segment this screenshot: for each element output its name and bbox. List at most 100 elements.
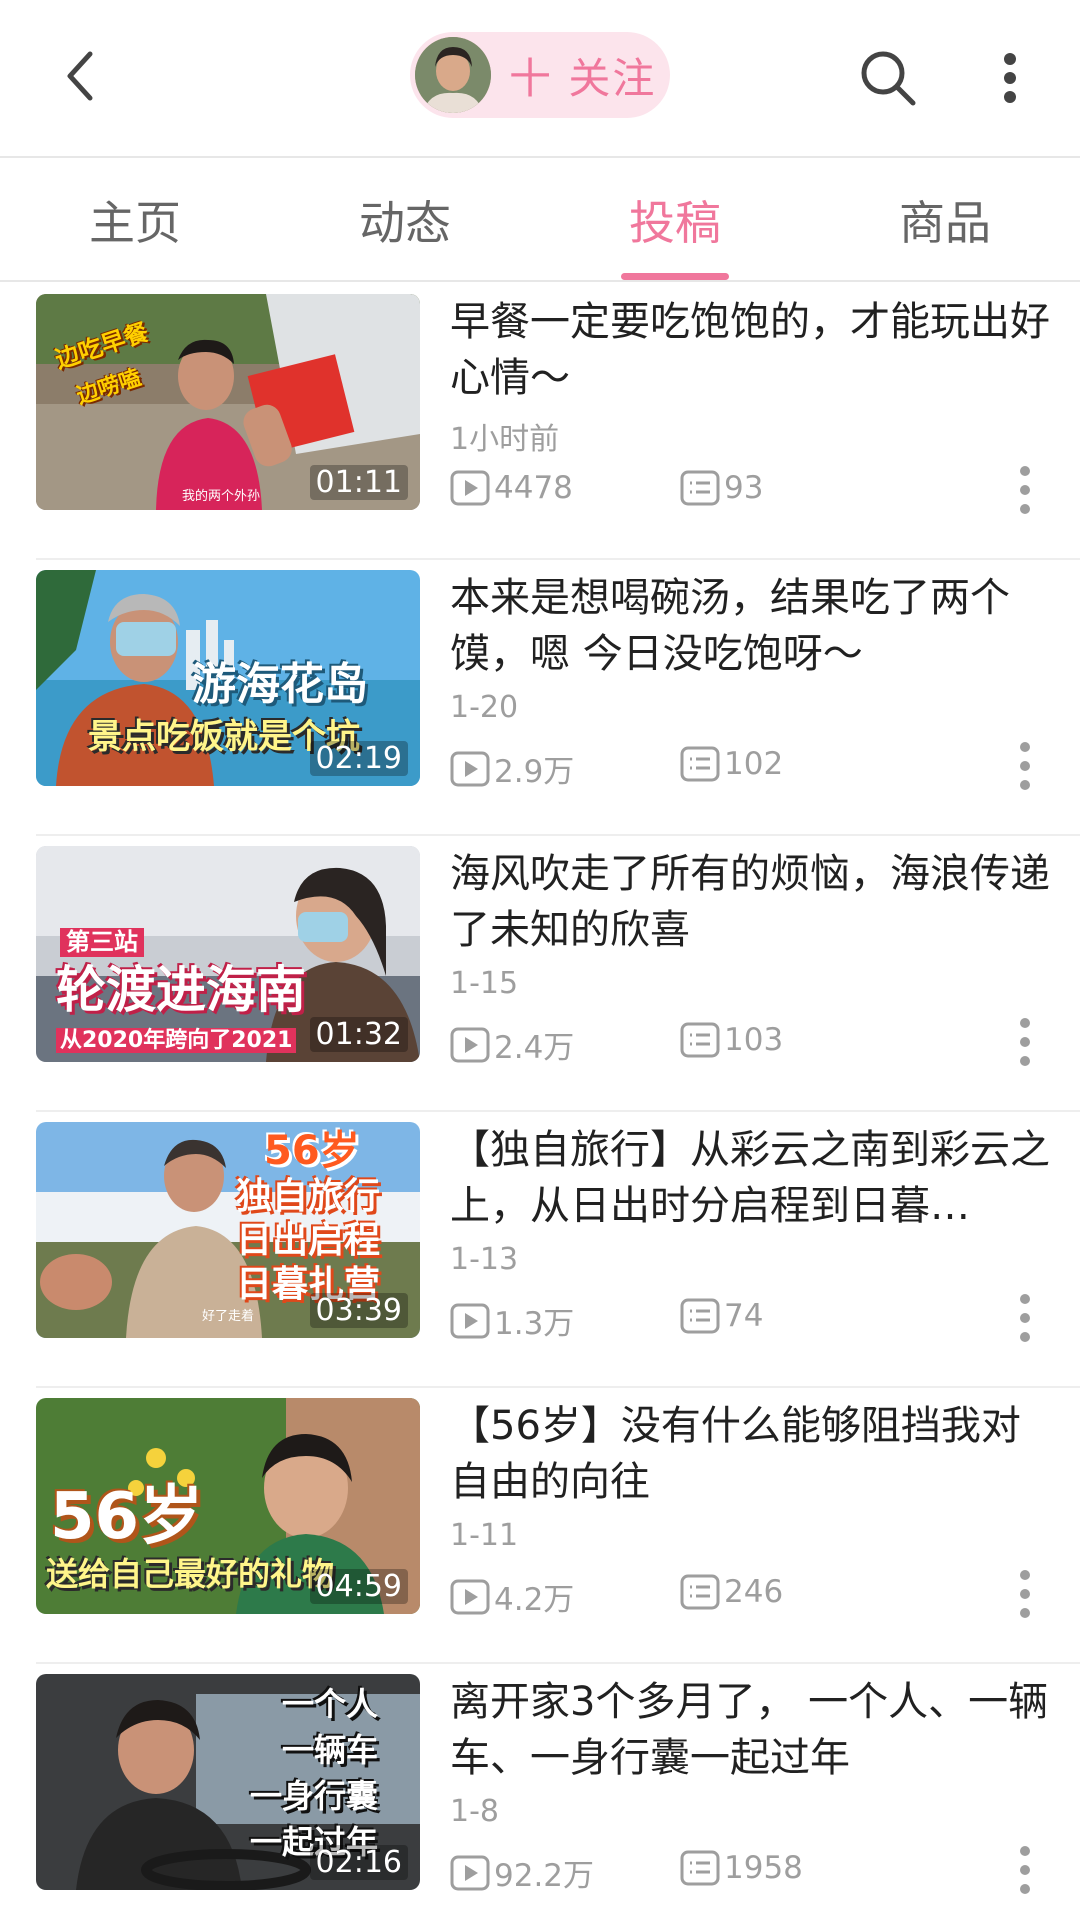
comment-count-value: 1958 (724, 1850, 803, 1886)
video-more-button[interactable] (1010, 1012, 1040, 1072)
thumbnail-text: 一个人 (282, 1685, 379, 1723)
video-title[interactable]: 【56岁】没有什么能够阻挡我对自由的向往 (450, 1398, 1050, 1510)
tab-submissions[interactable]: 投稿 (540, 160, 810, 280)
comment-count-value: 103 (724, 1022, 784, 1058)
video-duration: 01:11 (309, 465, 408, 500)
thumbnail-text: 轮渡进海南 (56, 961, 306, 1019)
more-vertical-icon (1020, 1018, 1030, 1066)
video-thumbnail[interactable]: 第三站 轮渡进海南 从2020年跨向了2021 01:32 (36, 846, 420, 1062)
play-count: 4478 (450, 470, 573, 506)
play-icon (450, 1303, 490, 1338)
video-row[interactable]: 56岁 送给自己最好的礼物 04:59 【56岁】没有什么能够阻挡我对自由的向往… (0, 1388, 1080, 1664)
video-row[interactable]: 一个人 一辆车 一身行囊 一起过年 02:16 离开家3个多月了， 一个人、一辆… (0, 1664, 1080, 1911)
more-vertical-icon (1020, 466, 1030, 514)
thumbnail-text: 一辆车 (282, 1731, 379, 1769)
more-vertical-icon (1020, 1294, 1030, 1342)
thumbnail-text: 送给自己最好的礼物 (46, 1555, 335, 1593)
play-count: 4.2万 (450, 1574, 574, 1619)
video-time: 1-20 (450, 690, 519, 725)
video-time: 1-15 (450, 966, 519, 1001)
play-icon (450, 1855, 490, 1890)
play-count-value: 4478 (494, 470, 573, 506)
play-count-value: 4.2万 (494, 1582, 575, 1618)
comment-icon (680, 1298, 720, 1334)
video-title[interactable]: 本来是想喝碗汤，结果吃了两个馍，嗯 今日没吃饱呀～ (450, 570, 1050, 682)
video-thumbnail[interactable]: 56岁 独自旅行 日出启程 日暮扎营 好了走着 03:39 (36, 1122, 420, 1338)
video-thumbnail[interactable]: 一个人 一辆车 一身行囊 一起过年 02:16 (36, 1674, 420, 1890)
video-more-button[interactable] (1010, 460, 1040, 520)
video-more-button[interactable] (1010, 736, 1040, 796)
chevron-left-icon (67, 51, 93, 101)
more-vertical-icon (1020, 742, 1030, 790)
thumbnail-text: 56岁 (50, 1480, 204, 1554)
comment-count: 102 (680, 746, 783, 782)
thumbnail-text: 56岁 (264, 1128, 360, 1174)
thumbnail-text: 一身行囊 (250, 1777, 379, 1815)
play-count-value: 92.2万 (494, 1858, 595, 1894)
follow-label: 十 关注 (509, 53, 657, 103)
play-icon (450, 751, 490, 786)
follow-button[interactable]: 十 关注 (410, 32, 670, 118)
back-button[interactable] (40, 36, 120, 116)
video-title[interactable]: 离开家3个多月了， 一个人、一辆车、一身行囊一起过年 (450, 1674, 1050, 1786)
video-duration: 04:59 (309, 1569, 408, 1604)
comment-count: 74 (680, 1298, 763, 1334)
search-icon (861, 51, 916, 106)
video-row[interactable]: 边吃早餐 边唠嗑 我的两个外孙 01:11 早餐一定要吃饱饱的，才能玩出好心情～… (0, 284, 1080, 560)
video-thumbnail[interactable]: 游海花岛 景点吃饭就是个坑 02:19 (36, 570, 420, 786)
profile-header: 十 关注 (0, 0, 1080, 158)
video-title[interactable]: 早餐一定要吃饱饱的，才能玩出好心情～ (450, 294, 1050, 406)
thumbnail-caption: 好了走着 (202, 1309, 255, 1324)
play-icon (450, 470, 490, 506)
video-time: 1-11 (450, 1518, 519, 1553)
thumbnail-text: 从2020年跨向了2021 (56, 1028, 297, 1054)
avatar[interactable] (415, 37, 491, 113)
more-vertical-icon (1004, 53, 1016, 103)
comment-count: 93 (680, 470, 763, 506)
tab-home[interactable]: 主页 (0, 160, 270, 280)
video-more-button[interactable] (1010, 1288, 1040, 1348)
search-button[interactable] (848, 38, 928, 118)
play-count-value: 1.3万 (494, 1306, 575, 1342)
video-time: 1-8 (450, 1794, 499, 1829)
video-row[interactable]: 游海花岛 景点吃饭就是个坑 02:19 本来是想喝碗汤，结果吃了两个馍，嗯 今日… (0, 560, 1080, 836)
play-count-value: 2.4万 (494, 1030, 575, 1066)
video-more-button[interactable] (1010, 1840, 1040, 1900)
video-time: 1小时前 (450, 422, 560, 457)
comment-count-value: 102 (724, 746, 784, 782)
play-icon (450, 1027, 490, 1062)
play-count: 92.2万 (450, 1850, 594, 1895)
video-row[interactable]: 第三站 轮渡进海南 从2020年跨向了2021 01:32 海风吹走了所有的烦恼… (0, 836, 1080, 1112)
video-title[interactable]: 【独自旅行】从彩云之南到彩云之上，从日出时分启程到日暮… (450, 1122, 1050, 1234)
video-thumbnail[interactable]: 边吃早餐 边唠嗑 我的两个外孙 01:11 (36, 294, 420, 510)
video-row[interactable]: 56岁 独自旅行 日出启程 日暮扎营 好了走着 03:39 【独自旅行】从彩云之… (0, 1112, 1080, 1388)
comment-icon (680, 470, 720, 506)
play-count: 1.3万 (450, 1298, 574, 1343)
comment-count: 1958 (680, 1850, 803, 1886)
play-count: 2.4万 (450, 1022, 574, 1067)
tab-dynamics[interactable]: 动态 (270, 160, 540, 280)
profile-tabs: 主页 动态 投稿 商品 (0, 160, 1080, 282)
video-duration: 03:39 (309, 1293, 408, 1328)
play-count-value: 2.9万 (494, 754, 575, 790)
tab-products[interactable]: 商品 (810, 160, 1080, 280)
video-time: 1-13 (450, 1242, 519, 1277)
video-more-button[interactable] (1010, 1564, 1040, 1624)
comment-count-value: 246 (724, 1574, 784, 1610)
video-title[interactable]: 海风吹走了所有的烦恼，海浪传递了未知的欣喜 (450, 846, 1050, 958)
comment-count-value: 93 (724, 470, 764, 506)
play-icon (450, 1579, 490, 1614)
video-thumbnail[interactable]: 56岁 送给自己最好的礼物 04:59 (36, 1398, 420, 1614)
play-count: 2.9万 (450, 746, 574, 791)
thumbnail-text: 日出启程 (236, 1220, 381, 1261)
thumbnail-text: 游海花岛 (192, 659, 368, 710)
comment-icon (680, 746, 720, 782)
comment-count: 103 (680, 1022, 783, 1058)
comment-icon (680, 1574, 720, 1610)
more-vertical-icon (1020, 1570, 1030, 1618)
more-options-button[interactable] (985, 38, 1035, 118)
thumbnail-caption: 我的两个外孙 (182, 489, 261, 504)
comment-count: 246 (680, 1574, 783, 1610)
video-duration: 02:19 (309, 741, 408, 776)
comment-count-value: 74 (724, 1298, 764, 1334)
